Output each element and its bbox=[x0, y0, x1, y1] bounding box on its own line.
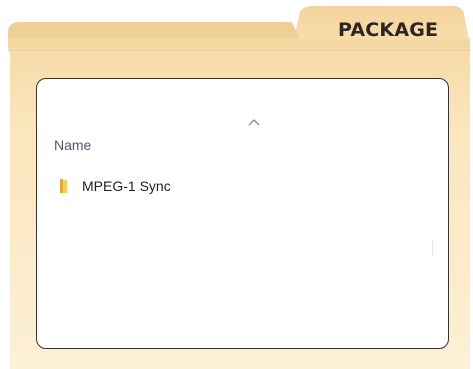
folder-tab-label: PACKAGE bbox=[338, 19, 439, 41]
package-folder: PACKAGE Name MPEG-1 Sync bbox=[0, 0, 473, 369]
list-item[interactable]: MPEG-1 Sync bbox=[57, 175, 171, 197]
file-name: MPEG-1 Sync bbox=[82, 178, 171, 194]
file-list-panel: Name MPEG-1 Sync bbox=[36, 78, 449, 349]
name-column-header[interactable]: Name bbox=[54, 137, 91, 153]
chevron-up-icon[interactable] bbox=[247, 117, 261, 127]
folder-icon bbox=[60, 179, 67, 193]
scrollbar[interactable] bbox=[432, 240, 433, 256]
